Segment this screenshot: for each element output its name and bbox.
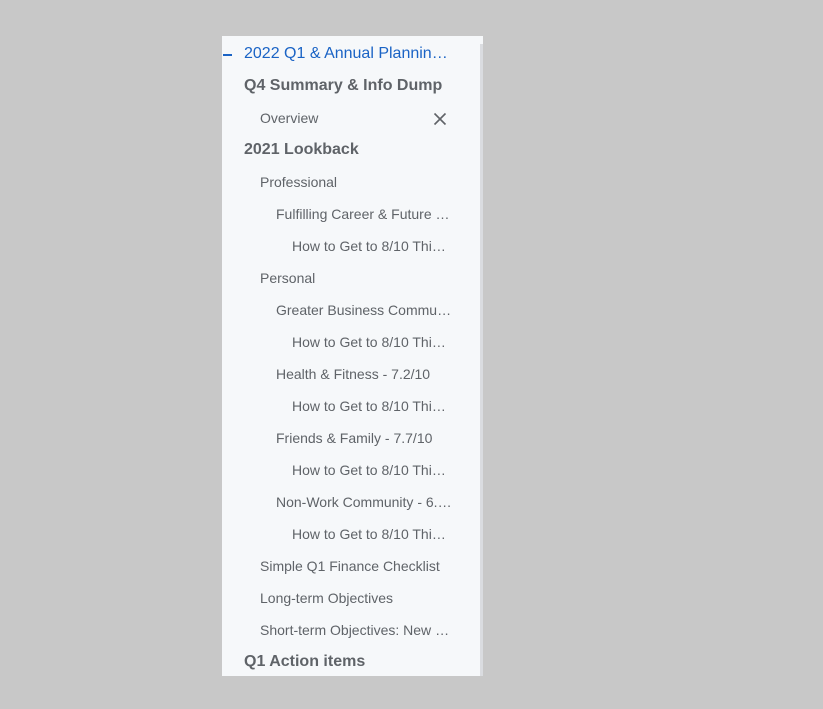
outline-item-label: Short-term Objectives: New Commitments <box>260 622 454 638</box>
outline-item-label: Fulfilling Career & Future Readiness <box>276 206 452 222</box>
outline-item-label: Personal <box>260 270 316 286</box>
outline-item-how-to-get-5[interactable]: How to Get to 8/10 This Year <box>222 518 483 550</box>
document-outline-panel: 2022 Q1 & Annual Planning Doc Q4 Summary… <box>222 36 483 676</box>
outline-item-label: 2021 Lookback <box>244 141 359 158</box>
outline-scrollbar[interactable] <box>480 44 483 676</box>
outline-item-label: Greater Business Community <box>276 302 452 318</box>
outline-item-label: Q4 Summary & Info Dump <box>244 77 443 94</box>
outline-item-label: Q1 Action items <box>244 653 366 670</box>
outline-item-label: Friends & Family - 7.7/10 <box>276 430 433 446</box>
outline-item-label: How to Get to 8/10 This Year <box>292 398 450 414</box>
outline-item-label: Health & Fitness - 7.2/10 <box>276 366 431 382</box>
outline-item-q4-summary[interactable]: Q4 Summary & Info Dump <box>222 70 483 102</box>
outline-item-label: Long-term Objectives <box>260 590 394 606</box>
outline-item-overview[interactable]: Overview <box>222 102 483 134</box>
outline-item-non-work-community[interactable]: Non-Work Community - 6.5/10 <box>222 486 483 518</box>
outline-item-how-to-get-2[interactable]: How to Get to 8/10 This Year <box>222 326 483 358</box>
outline-item-personal[interactable]: Personal <box>222 262 483 294</box>
collapse-outline-icon[interactable] <box>222 38 236 70</box>
outline-item-business-community[interactable]: Greater Business Community <box>222 294 483 326</box>
outline-item-label: How to Get to 8/10 This Year <box>292 526 450 542</box>
outline-item-label: 2022 Q1 & Annual Planning Doc <box>244 45 452 62</box>
outline-item-long-term-objectives[interactable]: Long-term Objectives <box>222 582 483 614</box>
outline-item-label: How to Get to 8/10 This Year <box>292 238 450 254</box>
outline-item-2021-lookback[interactable]: 2021 Lookback <box>222 134 483 166</box>
close-icon <box>433 112 447 126</box>
outline-item-friends-family[interactable]: Friends & Family - 7.7/10 <box>222 422 483 454</box>
outline-item-short-term-objectives[interactable]: Short-term Objectives: New Commitments <box>222 614 483 646</box>
outline-item-how-to-get-4[interactable]: How to Get to 8/10 This Year <box>222 454 483 486</box>
remove-from-outline-button[interactable] <box>428 107 452 131</box>
outline-item-how-to-get-3[interactable]: How to Get to 8/10 This Year <box>222 390 483 422</box>
outline-item-document-title[interactable]: 2022 Q1 & Annual Planning Doc <box>222 38 483 70</box>
outline-item-finance-checklist[interactable]: Simple Q1 Finance Checklist <box>222 550 483 582</box>
outline-item-label: How to Get to 8/10 This Year <box>292 462 450 478</box>
outline-item-health-fitness[interactable]: Health & Fitness - 7.2/10 <box>222 358 483 390</box>
outline-list: 2022 Q1 & Annual Planning Doc Q4 Summary… <box>222 36 483 676</box>
outline-item-label: Simple Q1 Finance Checklist <box>260 558 440 574</box>
outline-item-how-to-get-1[interactable]: How to Get to 8/10 This Year <box>222 230 483 262</box>
outline-item-label: Non-Work Community - 6.5/10 <box>276 494 452 510</box>
outline-item-label: Overview <box>260 110 319 126</box>
outline-item-fulfilling-career[interactable]: Fulfilling Career & Future Readiness <box>222 198 483 230</box>
outline-item-q1-action-items[interactable]: Q1 Action items <box>222 646 483 676</box>
outline-item-label: How to Get to 8/10 This Year <box>292 334 450 350</box>
outline-item-label: Professional <box>260 174 338 190</box>
outline-item-professional[interactable]: Professional <box>222 166 483 198</box>
